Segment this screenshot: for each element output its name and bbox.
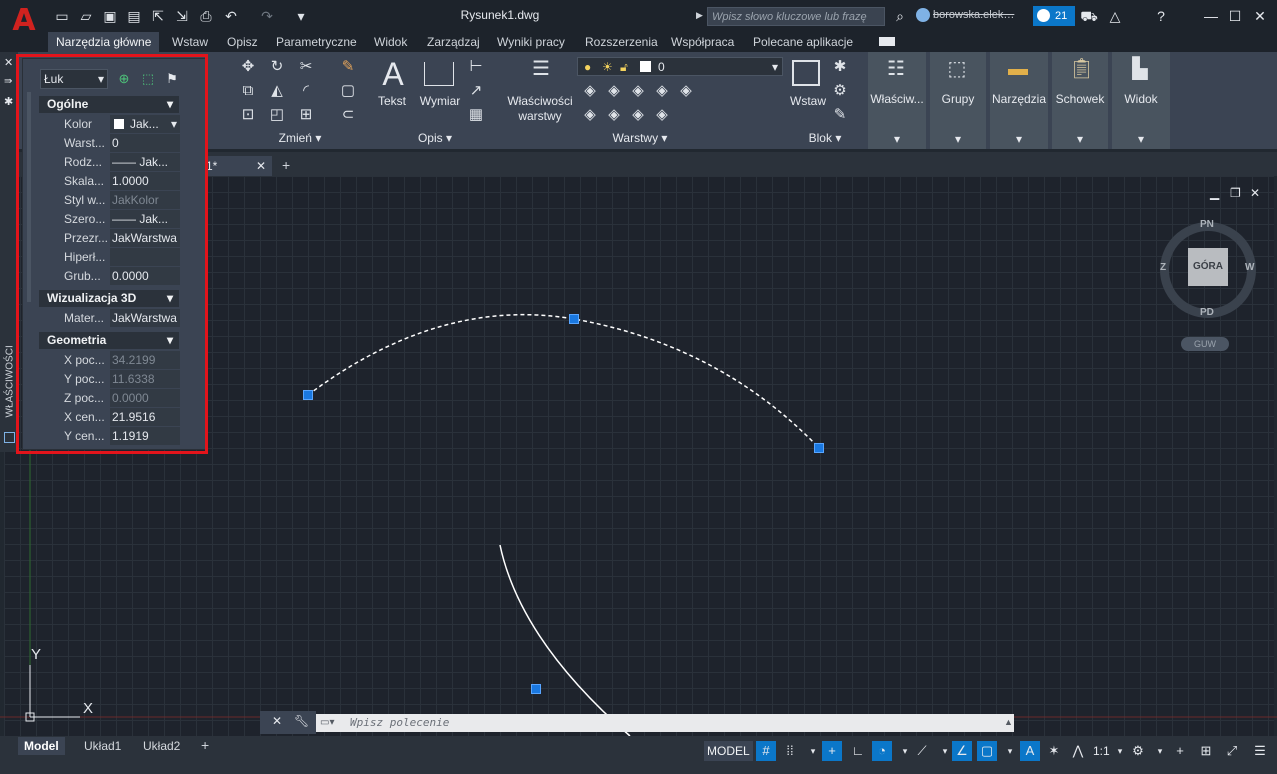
- compass-north[interactable]: PN: [1200, 219, 1214, 230]
- chevron-down-icon[interactable]: ▾: [1110, 741, 1130, 761]
- ortho-icon[interactable]: ∟: [848, 741, 868, 761]
- model-space-button[interactable]: MODEL: [704, 741, 753, 761]
- units-icon[interactable]: ⊞: [1196, 741, 1216, 761]
- chevron-down-icon[interactable]: ▾: [1150, 741, 1170, 761]
- palette-autohide-icon[interactable]: ⇛: [4, 76, 12, 87]
- annotation-visibility-icon[interactable]: A: [1020, 741, 1040, 761]
- full-screen-icon[interactable]: ⤢: [1222, 741, 1242, 761]
- highlight-frame: [16, 54, 208, 454]
- tab-layout2[interactable]: Układ2: [137, 737, 186, 755]
- annotation-scale-icon[interactable]: ⋀: [1068, 741, 1088, 761]
- add-layout-icon[interactable]: +: [201, 737, 209, 753]
- viewport-minimize-icon[interactable]: ▁: [1210, 186, 1219, 200]
- dynamic-input-icon[interactable]: +: [822, 741, 842, 761]
- ucs-x-label: X: [83, 700, 94, 717]
- chevron-down-icon[interactable]: ▾: [803, 741, 823, 761]
- arc-center-grip[interactable]: [531, 684, 541, 694]
- object-snap-tracking-icon[interactable]: ∠: [952, 741, 972, 761]
- command-history-icon[interactable]: ▭▾: [320, 717, 334, 728]
- polar-tracking-icon[interactable]: ◔: [872, 741, 892, 761]
- palette-settings-icon[interactable]: ✱: [4, 95, 13, 108]
- object-snap-icon[interactable]: ▢: [977, 741, 997, 761]
- ucs-y-label: Y: [31, 646, 42, 663]
- viewport-close-icon[interactable]: ✕: [1250, 186, 1260, 200]
- compass-south[interactable]: PD: [1200, 307, 1214, 318]
- tab-layout1[interactable]: Układ1: [78, 737, 127, 755]
- workspace-gear-icon[interactable]: ⚙: [1128, 741, 1148, 761]
- arc-end-grip[interactable]: [814, 443, 824, 453]
- palette-close-icon[interactable]: ✕: [4, 56, 13, 69]
- palette-side-label: WŁAŚCIWOŚCI: [4, 345, 16, 418]
- snap-icon[interactable]: ⁞⁞: [780, 741, 800, 761]
- compass-west[interactable]: Z: [1160, 262, 1166, 273]
- arc-start-grip[interactable]: [303, 390, 313, 400]
- command-close-icon[interactable]: ✕: [272, 714, 282, 728]
- annotation-scale-value[interactable]: 1:1: [1093, 741, 1110, 761]
- compass-east[interactable]: W: [1245, 262, 1254, 273]
- chevron-down-icon[interactable]: ▾: [1000, 741, 1020, 761]
- selected-arc: [307, 313, 820, 449]
- command-input[interactable]: Wpisz polecenie: [316, 714, 1014, 732]
- palette-icon[interactable]: [4, 432, 15, 443]
- customize-icon[interactable]: 🔧︎: [294, 714, 309, 728]
- grid-icon[interactable]: #: [756, 741, 776, 761]
- viewport-restore-icon[interactable]: ❐: [1230, 186, 1241, 200]
- tab-model[interactable]: Model: [18, 737, 65, 755]
- arc-mid-grip[interactable]: [569, 314, 579, 324]
- auto-scale-icon[interactable]: ✶: [1044, 741, 1064, 761]
- plus-icon[interactable]: +: [1170, 741, 1190, 761]
- chevron-up-icon[interactable]: ▲: [1004, 717, 1013, 727]
- wcs-menu[interactable]: GUW: [1181, 337, 1229, 351]
- arc-2: [499, 544, 631, 737]
- customization-menu-icon[interactable]: ☰: [1250, 741, 1270, 761]
- viewcube-top-face[interactable]: GÓRA: [1188, 248, 1228, 286]
- isodraft-icon[interactable]: ⟋: [912, 741, 932, 761]
